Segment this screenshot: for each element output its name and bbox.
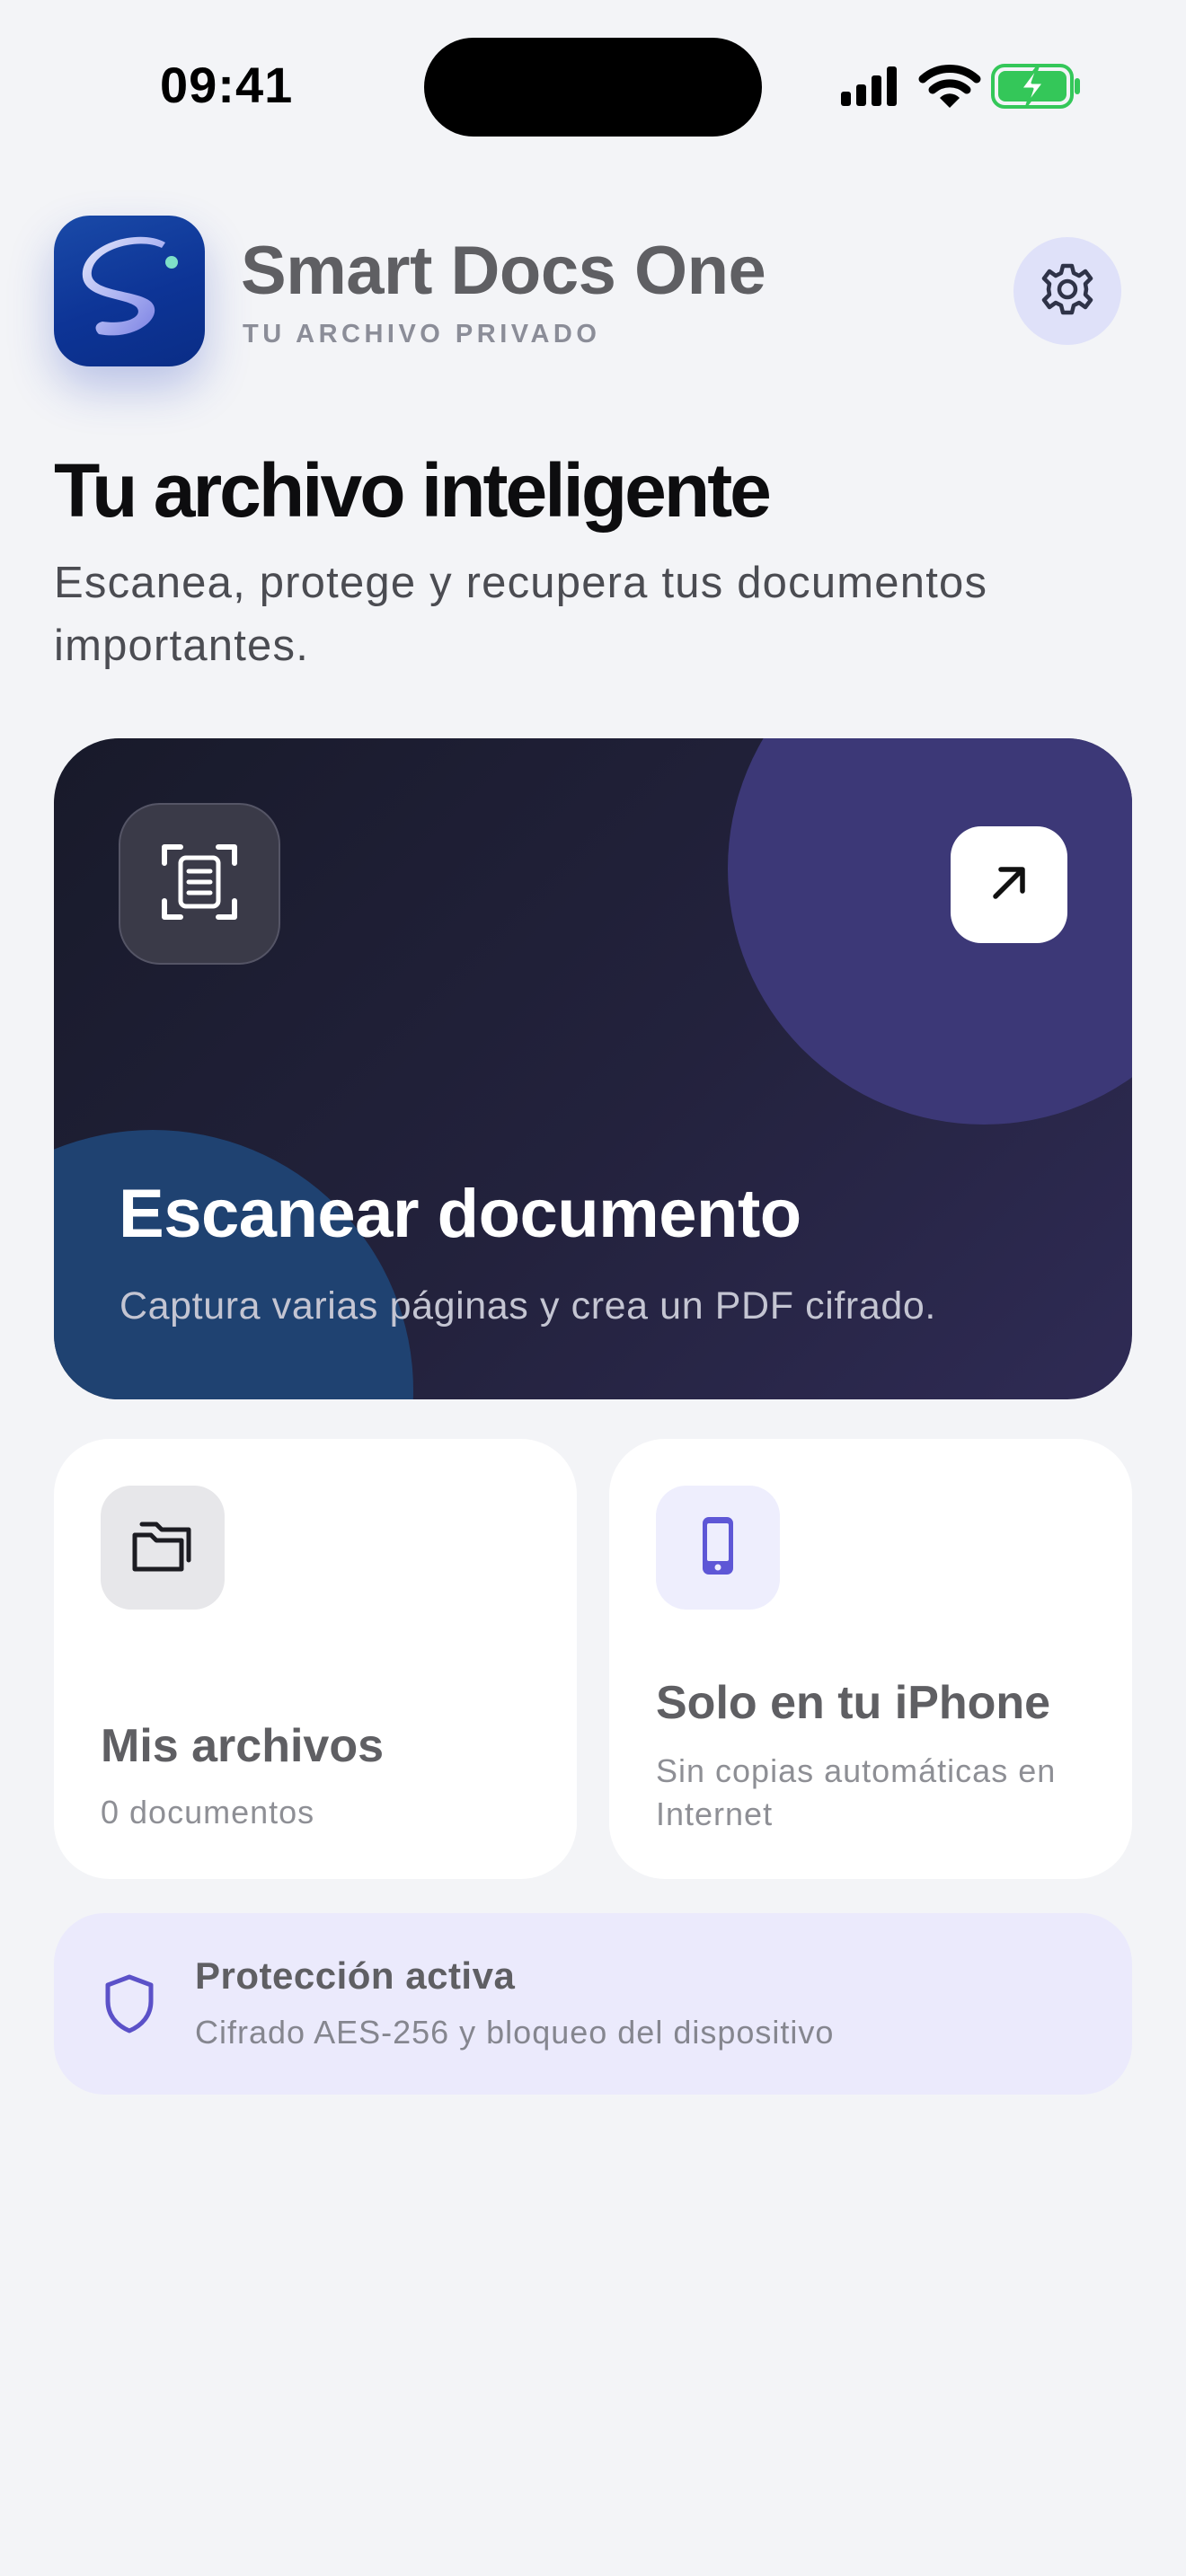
- iphone-icon: [695, 1514, 740, 1582]
- document-scan-icon: [159, 842, 240, 927]
- page-subtitle: Escanea, protege y recupera tus document…: [54, 559, 988, 670]
- home-screen: 09:41 Smart Docs One TU ARCHIVO PRIVADO …: [0, 0, 1186, 2576]
- my-files-card[interactable]: Mis archivos 0 documentos: [54, 1439, 577, 1879]
- scan-card-title: Escanear documento: [119, 1176, 801, 1252]
- scan-card-description: Captura varias páginas y crea un PDF cif…: [119, 1284, 936, 1328]
- app-name: Smart Docs One: [241, 233, 766, 309]
- scan-document-card[interactable]: Escanear documento Captura varias página…: [54, 738, 1132, 1399]
- my-files-title: Mis archivos: [101, 1720, 385, 1772]
- iphone-card-description: Sin copias automáticas en Internet: [656, 1752, 1057, 1832]
- iphone-card-title: Solo en tu iPhone: [656, 1677, 1051, 1729]
- decorative-circle: [54, 1130, 413, 1399]
- cellular-signal-icon: [837, 63, 902, 114]
- only-on-iphone-card: Solo en tu iPhone Sin copias automáticas…: [609, 1439, 1132, 1879]
- page-title: Tu archivo inteligente: [54, 448, 772, 533]
- wifi-icon: [918, 63, 981, 114]
- open-scan-button[interactable]: [951, 826, 1067, 943]
- protection-title: Protección activa: [195, 1954, 516, 1997]
- scan-icon-container: [119, 803, 280, 965]
- app-subtitle: TU ARCHIVO PRIVADO: [243, 320, 601, 348]
- app-logo: [54, 216, 205, 366]
- document-count: 0 documentos: [101, 1794, 315, 1831]
- arrow-up-right-icon: [987, 860, 1031, 910]
- protection-description: Cifrado AES-256 y bloqueo del dispositiv…: [195, 2014, 835, 2051]
- status-bar: 09:41: [0, 0, 1186, 162]
- settings-button[interactable]: [1013, 237, 1121, 345]
- files-icon-container: [101, 1486, 225, 1610]
- shield-icon: [102, 1972, 156, 2040]
- iphone-icon-container: [656, 1486, 780, 1610]
- protection-banner: Protección activa Cifrado AES-256 y bloq…: [54, 1913, 1132, 2095]
- status-time: 09:41: [160, 57, 294, 113]
- folder-icon: [129, 1517, 196, 1579]
- dynamic-island: [424, 38, 762, 137]
- gear-icon: [1039, 260, 1096, 322]
- battery-charging-icon: [990, 61, 1082, 116]
- decorative-circle: [728, 738, 1132, 1125]
